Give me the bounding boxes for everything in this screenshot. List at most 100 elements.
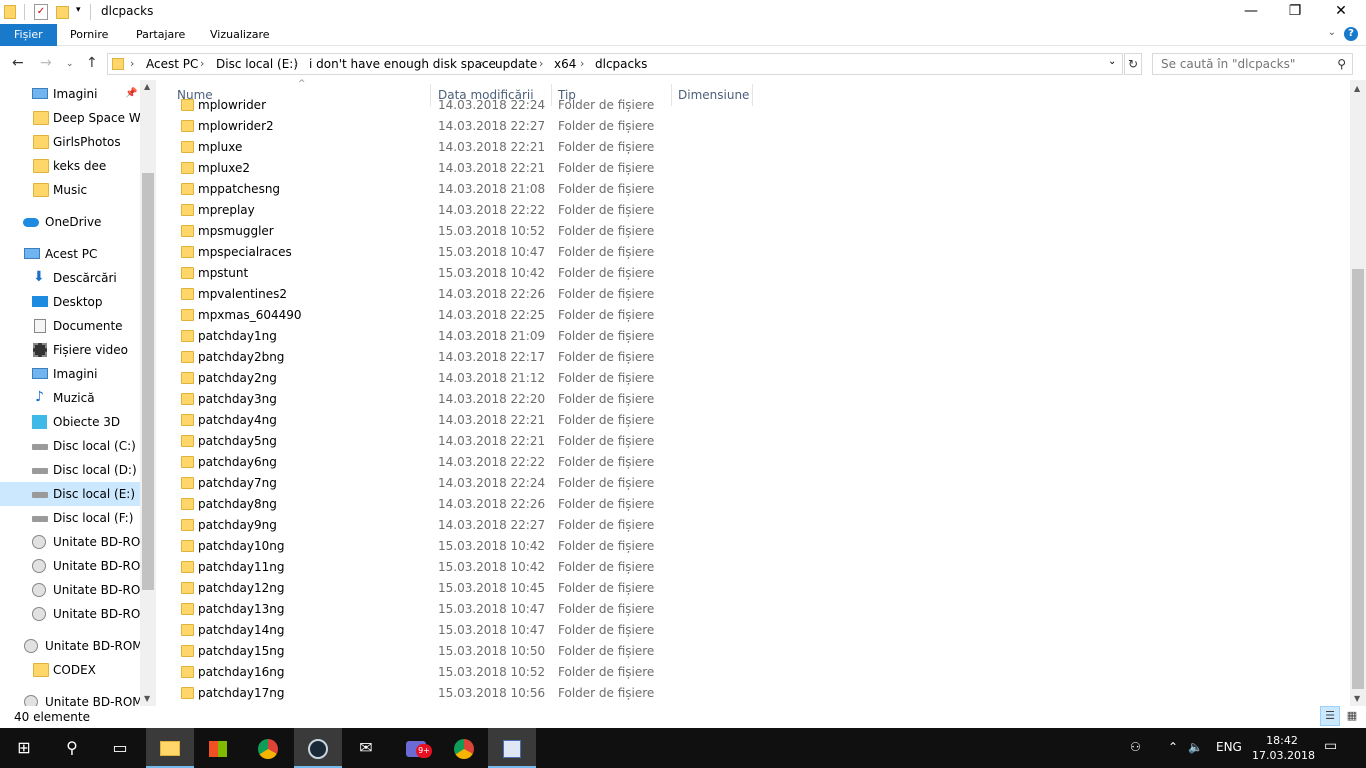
nav-scrollbar-thumb[interactable] xyxy=(142,173,154,590)
nav-item-music[interactable]: ♪ Muzică xyxy=(0,386,140,410)
scroll-up-icon[interactable]: ▲ xyxy=(1354,84,1360,93)
games-app-icon[interactable]: 9+ xyxy=(392,728,440,768)
file-row[interactable]: mpspecialraces 15.03.2018 10:47 Folder de … xyxy=(172,242,732,263)
breadcrumb-separator-icon[interactable]: › xyxy=(294,57,298,70)
file-row[interactable]: patchday16ng 15.03.2018 10:52 Folder de fi… xyxy=(172,662,732,683)
customize-quick-access-icon[interactable]: ▾ xyxy=(76,5,81,15)
file-row[interactable]: mplowrider 14.03.2018 22:24 Folder de fiși… xyxy=(172,95,732,116)
task-view-icon[interactable]: ▭ xyxy=(96,728,144,768)
breadcrumb-dlcpacks[interactable]: dlcpacks xyxy=(595,57,647,71)
nav-item-codex[interactable]: CODEX xyxy=(0,658,140,682)
search-taskbar-icon[interactable]: ⚲ xyxy=(48,728,96,768)
nav-item-bd-rom-4[interactable]: Unitate BD-ROM xyxy=(0,602,140,626)
nav-item-drive-c[interactable]: Disc local (C:) xyxy=(0,434,140,458)
close-button[interactable]: ✕ xyxy=(1318,0,1364,24)
nav-item-bd-rom-2[interactable]: Unitate BD-ROM xyxy=(0,554,140,578)
breadcrumb-separator-icon[interactable]: › xyxy=(130,57,134,70)
search-box[interactable]: ⚲ xyxy=(1152,53,1353,75)
nav-item-pictures[interactable]: Imagini xyxy=(0,362,140,386)
search-input[interactable] xyxy=(1153,54,1328,74)
address-bar[interactable]: › Acest PC › Disc local (E:) › i don't h… xyxy=(107,53,1123,75)
pin-icon[interactable]: 📌 xyxy=(125,88,137,99)
breadcrumb-separator-icon[interactable]: › xyxy=(539,57,543,70)
help-icon[interactable]: ? xyxy=(1344,27,1358,41)
nav-item-this-pc[interactable]: Acest PC xyxy=(0,242,140,266)
file-row[interactable]: patchday2bng 14.03.2018 22:17 Folder de fi… xyxy=(172,347,732,368)
list-scrollbar-thumb[interactable] xyxy=(1352,269,1364,689)
tab-file[interactable]: Fișier xyxy=(0,24,57,46)
nav-item-bd-rom-1[interactable]: Unitate BD-ROM xyxy=(0,530,140,554)
mail-icon[interactable]: ✉ xyxy=(342,728,390,768)
nav-item-deep-space[interactable]: Deep Space Waifu xyxy=(0,106,140,130)
back-button[interactable]: ← xyxy=(12,55,24,71)
file-row[interactable]: patchday1ng 14.03.2018 21:09 Folder de fiș… xyxy=(172,326,732,347)
nav-item-drive-d[interactable]: Disc local (D:) xyxy=(0,458,140,482)
file-explorer-taskbar-icon[interactable] xyxy=(146,728,194,768)
file-row[interactable]: patchday13ng 15.03.2018 10:47 Folder de fi… xyxy=(172,599,732,620)
file-row[interactable]: patchday15ng 15.03.2018 10:50 Folder de fi… xyxy=(172,641,732,662)
clock[interactable]: 18:42 17.03.2018 xyxy=(1252,733,1315,763)
chrome-icon[interactable] xyxy=(244,728,292,768)
address-history-chevron-icon[interactable]: ⌄ xyxy=(1108,56,1116,67)
file-row[interactable]: mpxmas_604490 14.03.2018 22:25 Folder de f… xyxy=(172,305,732,326)
nav-item-bd-rom-6[interactable]: Unitate BD-ROM ( xyxy=(0,690,140,706)
recent-locations-icon[interactable]: ⌄ xyxy=(66,59,74,69)
start-button[interactable]: ⊞ xyxy=(0,728,48,768)
volume-icon[interactable]: 🔈 xyxy=(1188,740,1203,754)
file-row[interactable]: patchday11ng 15.03.2018 10:42 Folder de fi… xyxy=(172,557,732,578)
nav-item-drive-f[interactable]: Disc local (F:) xyxy=(0,506,140,530)
breadcrumb-separator-icon[interactable]: › xyxy=(200,57,204,70)
file-row[interactable]: mpluxe2 14.03.2018 22:21 Folder de fișiere xyxy=(172,158,732,179)
details-view-button[interactable]: ☰ xyxy=(1320,706,1340,726)
nav-item-pictures-quick[interactable]: Imagini 📌 xyxy=(0,82,140,106)
nav-item-music-folder[interactable]: Music xyxy=(0,178,140,202)
column-divider[interactable] xyxy=(752,84,753,106)
tab-view[interactable]: Vizualizare xyxy=(196,24,284,46)
nav-item-videos[interactable]: Fișiere video xyxy=(0,338,140,362)
nav-item-documents[interactable]: Documente xyxy=(0,314,140,338)
file-row[interactable]: patchday17ng 15.03.2018 10:56 Folder de fi… xyxy=(172,683,732,704)
file-row[interactable]: mpreplay 14.03.2018 22:22 Folder de fișier… xyxy=(172,200,732,221)
breadcrumb-separator-icon[interactable]: › xyxy=(580,57,584,70)
action-center-icon[interactable]: ▭ xyxy=(1324,738,1337,754)
breadcrumb-x64[interactable]: x64 xyxy=(554,57,576,71)
breadcrumb-update[interactable]: update xyxy=(495,57,537,71)
file-row[interactable]: patchday7ng 14.03.2018 22:24 Folder de fiș… xyxy=(172,473,732,494)
breadcrumb-this-pc[interactable]: Acest PC xyxy=(146,57,198,71)
tab-share[interactable]: Partajare xyxy=(122,24,199,46)
store-icon[interactable] xyxy=(194,728,242,768)
up-button[interactable]: ↑ xyxy=(86,55,98,71)
file-row[interactable]: patchday8ng 14.03.2018 22:26 Folder de fiș… xyxy=(172,494,732,515)
maximize-button[interactable]: ❐ xyxy=(1272,0,1318,24)
nav-item-keks-dee[interactable]: keks dee xyxy=(0,154,140,178)
file-row[interactable]: patchday14ng 15.03.2018 10:47 Folder de fi… xyxy=(172,620,732,641)
file-row[interactable]: patchday6ng 14.03.2018 22:22 Folder de fiș… xyxy=(172,452,732,473)
file-row[interactable]: patchday2ng 14.03.2018 21:12 Folder de fiș… xyxy=(172,368,732,389)
file-row[interactable]: mplowrider2 14.03.2018 22:27 Folder de fiș… xyxy=(172,116,732,137)
file-row[interactable]: mpstunt 15.03.2018 10:42 Folder de fișiere xyxy=(172,263,732,284)
steam-icon[interactable] xyxy=(294,728,342,768)
scroll-down-icon[interactable]: ▼ xyxy=(144,694,150,703)
scroll-down-icon[interactable]: ▼ xyxy=(1354,694,1360,703)
minimize-button[interactable]: — xyxy=(1228,0,1274,24)
tab-home[interactable]: Pornire xyxy=(56,24,122,46)
nav-item-onedrive[interactable]: OneDrive xyxy=(0,210,140,234)
file-row[interactable]: patchday4ng 14.03.2018 22:21 Folder de fiș… xyxy=(172,410,732,431)
chrome-icon[interactable] xyxy=(440,728,488,768)
nav-item-bd-rom-5[interactable]: Unitate BD-ROM ( xyxy=(0,634,140,658)
file-row[interactable]: mpluxe 14.03.2018 22:21 Folder de fișiere xyxy=(172,137,732,158)
scroll-up-icon[interactable]: ▲ xyxy=(144,82,150,91)
forward-button[interactable]: → xyxy=(40,55,52,71)
nav-item-girlsphotos[interactable]: GirlsPhotos xyxy=(0,130,140,154)
people-icon[interactable]: ⚇ xyxy=(1130,740,1141,754)
nav-item-drive-e[interactable]: Disc local (E:) xyxy=(0,482,140,506)
file-row[interactable]: patchday5ng 14.03.2018 22:21 Folder de fiș… xyxy=(172,431,732,452)
properties-icon[interactable]: ✓ xyxy=(34,4,48,20)
file-row[interactable]: patchday3ng 14.03.2018 22:20 Folder de fiș… xyxy=(172,389,732,410)
large-icons-view-button[interactable]: ▦ xyxy=(1342,706,1362,726)
file-row[interactable]: mpsmuggler 15.03.2018 10:52 Folder de fiși… xyxy=(172,221,732,242)
input-language[interactable]: ENG xyxy=(1216,740,1242,754)
search-icon[interactable]: ⚲ xyxy=(1337,57,1346,71)
new-folder-icon[interactable] xyxy=(56,6,69,19)
file-row[interactable]: patchday10ng 15.03.2018 10:42 Folder de fi… xyxy=(172,536,732,557)
